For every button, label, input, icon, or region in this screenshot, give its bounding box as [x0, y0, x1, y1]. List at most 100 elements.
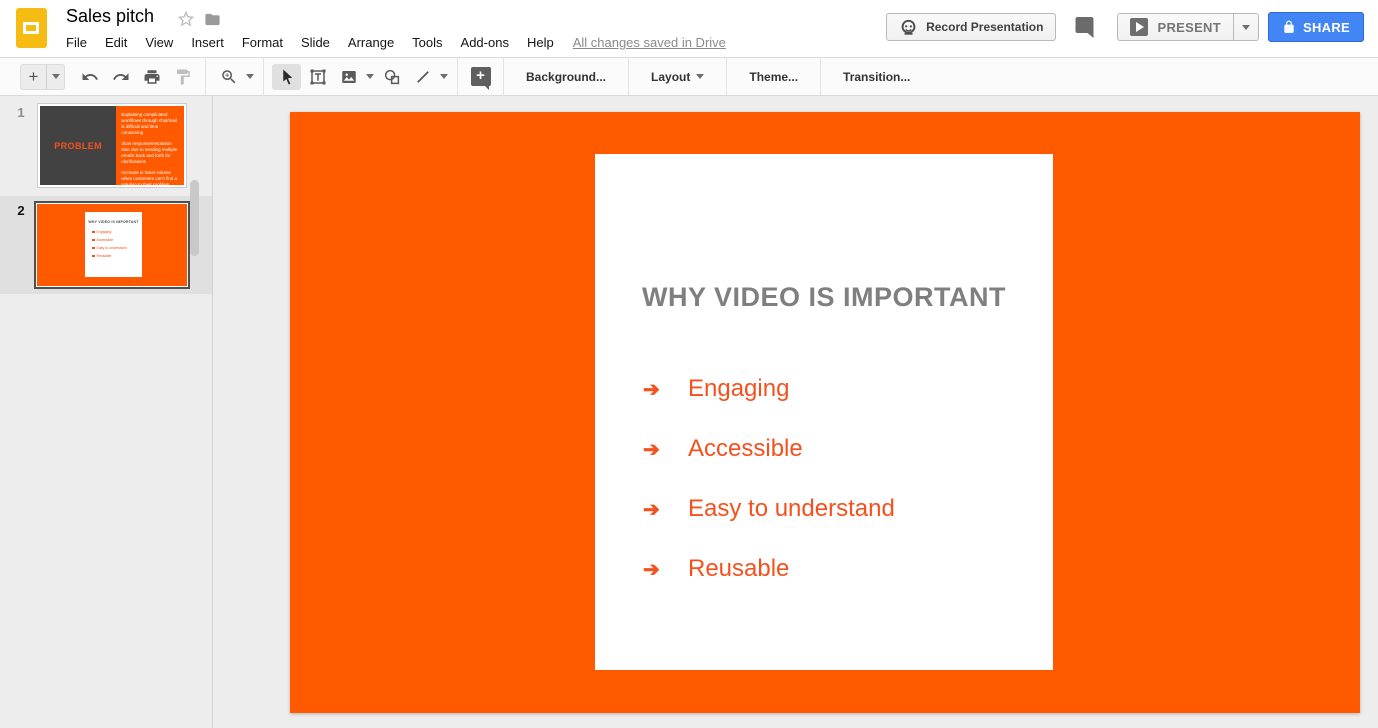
paint-format-icon — [174, 68, 192, 86]
menu-addons[interactable]: Add-ons — [452, 33, 518, 52]
webcam-icon — [899, 18, 918, 37]
slide-2-number: 2 — [12, 203, 30, 218]
new-slide-button[interactable]: + — [21, 65, 46, 89]
bullet-item: ➔Accessible — [643, 419, 895, 479]
filmstrip-row-1: 1 PROBLEM Explaining complicated workflo… — [0, 103, 212, 189]
bullet-text: Accessible — [688, 435, 803, 463]
layout-label: Layout — [651, 70, 690, 84]
line-dropdown[interactable] — [438, 64, 450, 90]
menu-view[interactable]: View — [136, 33, 182, 52]
app-header: Sales pitch File Edit View Insert Format… — [0, 0, 1378, 57]
background-label: Background... — [526, 70, 606, 84]
slides-app-logo[interactable] — [16, 8, 47, 48]
toolbar-divider — [628, 58, 629, 95]
bullet-text: Easy to understand — [688, 495, 895, 523]
slide-1-thumbnail[interactable]: PROBLEM Explaining complicated workflows… — [37, 103, 187, 188]
present-options-dropdown[interactable] — [1234, 13, 1259, 41]
chevron-down-icon — [246, 74, 254, 79]
main-area: 1 PROBLEM Explaining complicated workflo… — [0, 96, 1378, 728]
print-button[interactable] — [137, 64, 166, 90]
save-status-link[interactable]: All changes saved in Drive — [573, 35, 726, 50]
toolbar: + + Background... Layout Theme... Transi… — [0, 57, 1378, 96]
bullet-item: ➔Reusable — [643, 539, 895, 599]
insert-line-button[interactable] — [408, 64, 437, 90]
menu-format[interactable]: Format — [233, 33, 292, 52]
menu-help[interactable]: Help — [518, 33, 563, 52]
toolbar-divider — [205, 58, 206, 95]
slide-1-title: PROBLEM — [54, 141, 102, 151]
menu-insert[interactable]: Insert — [182, 33, 233, 52]
bullet-item: ➔Easy to understand — [643, 479, 895, 539]
bullet-text: Reusable — [688, 555, 789, 583]
undo-button[interactable] — [75, 64, 104, 90]
redo-button[interactable] — [106, 64, 135, 90]
record-presentation-button[interactable]: Record Presentation — [886, 13, 1056, 41]
menu-slide[interactable]: Slide — [292, 33, 339, 52]
undo-icon — [81, 68, 99, 86]
toolbar-divider — [726, 58, 727, 95]
add-comment-icon: + — [471, 67, 491, 86]
insert-image-button[interactable] — [334, 64, 363, 90]
cursor-icon — [278, 68, 296, 86]
menu-bar: File Edit View Insert Format Slide Arran… — [64, 33, 726, 52]
redo-icon — [112, 68, 130, 86]
bullet-square-icon — [92, 239, 95, 242]
toolbar-divider — [457, 58, 458, 95]
move-to-folder-icon[interactable] — [203, 11, 222, 28]
text-box-button[interactable] — [303, 64, 332, 90]
share-label: SHARE — [1303, 20, 1350, 35]
insert-comment-button[interactable]: + — [466, 64, 495, 90]
slide-canvas-area: WHY VIDEO IS IMPORTANT ➔Engaging ➔Access… — [214, 96, 1378, 728]
menu-file[interactable]: File — [64, 33, 96, 52]
layout-button[interactable]: Layout — [636, 58, 719, 95]
theme-label: Theme... — [749, 70, 798, 84]
slide-2-bullet: Accessible — [97, 238, 114, 242]
filmstrip-scrollbar[interactable] — [190, 180, 199, 256]
comment-history-icon[interactable] — [1073, 15, 1098, 39]
theme-button[interactable]: Theme... — [734, 58, 813, 95]
menu-tools[interactable]: Tools — [403, 33, 451, 52]
slide-1-title-block: PROBLEM — [40, 106, 116, 185]
play-icon — [1130, 18, 1148, 36]
slide-2-title: WHY VIDEO IS IMPORTANT — [85, 220, 142, 224]
slide-2-white-box: WHY VIDEO IS IMPORTANT Engaging Accessib… — [85, 212, 142, 277]
slide-title[interactable]: WHY VIDEO IS IMPORTANT — [595, 282, 1053, 313]
menu-edit[interactable]: Edit — [96, 33, 136, 52]
arrow-bullet-icon: ➔ — [643, 377, 688, 402]
insert-shape-button[interactable] — [377, 64, 406, 90]
menu-arrange[interactable]: Arrange — [339, 33, 403, 52]
slide-1-paragraph: Slow response/resolution time due to sen… — [121, 141, 179, 165]
select-tool-button[interactable] — [272, 64, 301, 90]
chevron-down-icon — [1242, 25, 1250, 30]
document-title[interactable]: Sales pitch — [66, 6, 154, 27]
slide-filmstrip: 1 PROBLEM Explaining complicated workflo… — [0, 96, 213, 728]
share-button[interactable]: SHARE — [1268, 12, 1364, 42]
slide-1-paragraph: Increase in ticket volume when customers… — [121, 170, 179, 188]
bullet-square-icon — [92, 247, 95, 250]
zoom-button[interactable] — [214, 64, 243, 90]
paint-format-button[interactable] — [168, 64, 197, 90]
slide-2-thumbnail[interactable]: WHY VIDEO IS IMPORTANT Engaging Accessib… — [34, 201, 190, 289]
slides-logo-glyph — [23, 22, 39, 34]
star-icon[interactable] — [176, 9, 196, 29]
image-dropdown[interactable] — [364, 64, 376, 90]
slide-bullet-list[interactable]: ➔Engaging ➔Accessible ➔Easy to understan… — [643, 359, 895, 599]
slide-1-paragraph: Explaining complicated workflows through… — [121, 112, 179, 136]
current-slide[interactable]: WHY VIDEO IS IMPORTANT ➔Engaging ➔Access… — [290, 112, 1360, 713]
lock-icon — [1282, 20, 1296, 34]
slide-2-bullets: Engaging Accessible Easy to understand R… — [92, 230, 142, 258]
background-button[interactable]: Background... — [511, 58, 621, 95]
arrow-bullet-icon: ➔ — [643, 437, 688, 462]
chevron-down-icon — [366, 74, 374, 79]
slide-1-body-block: Explaining complicated workflows through… — [116, 106, 184, 185]
chevron-down-icon — [696, 74, 704, 79]
transition-label: Transition... — [843, 70, 910, 84]
present-button-group: PRESENT — [1117, 13, 1259, 41]
record-presentation-label: Record Presentation — [926, 20, 1043, 34]
zoom-dropdown[interactable] — [244, 64, 256, 90]
chevron-down-icon — [440, 74, 448, 79]
new-slide-dropdown[interactable] — [47, 74, 64, 79]
slide-content-box[interactable]: WHY VIDEO IS IMPORTANT ➔Engaging ➔Access… — [595, 154, 1053, 670]
transition-button[interactable]: Transition... — [828, 58, 925, 95]
present-button[interactable]: PRESENT — [1117, 13, 1234, 41]
